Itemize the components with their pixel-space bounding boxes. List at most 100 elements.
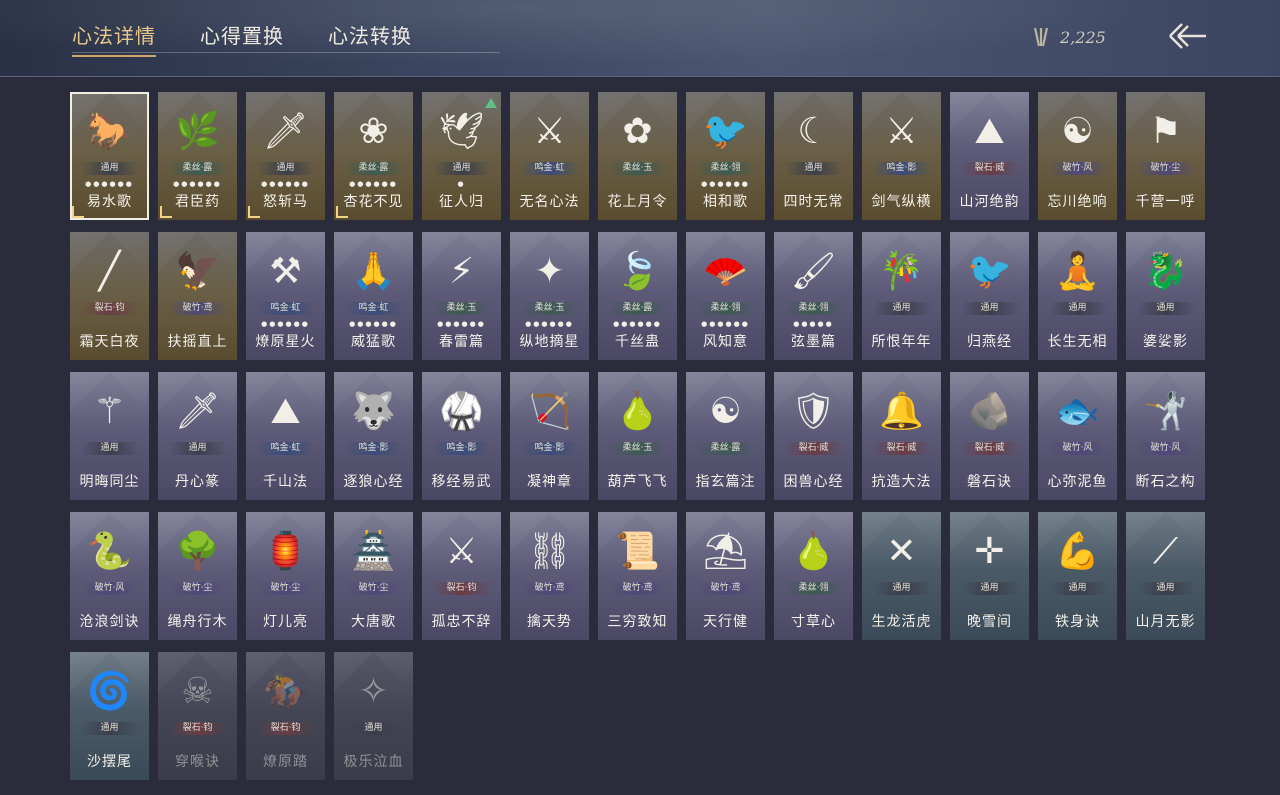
skill-card[interactable]: ⚚ 通用 明晦同尘 [70, 372, 149, 500]
skill-card[interactable]: ⛰ 裂石·威 山河绝韵 [950, 92, 1029, 220]
skill-card[interactable]: ✿ 柔丝·玉 花上月令 [598, 92, 677, 220]
skill-card[interactable]: ⚑ 破竹·尘 千营一呼 [1126, 92, 1205, 220]
skill-card[interactable]: 🌀 通用 沙摆尾 [70, 652, 149, 780]
tab-details[interactable]: 心法详情 [72, 20, 156, 57]
card-name: 剑气纵横 [871, 194, 932, 210]
skill-card[interactable]: 🖌 柔丝·翎 ●●●●● 弦墨篇 [774, 232, 853, 360]
card-name: 征人归 [439, 194, 484, 210]
skill-card[interactable]: 🥋 鸣金·影 移经易武 [422, 372, 501, 500]
card-school-tag: 鸣金·影 [432, 442, 491, 455]
skill-card[interactable]: 🙏 鸣金·虹 ●●●●●● 威猛歌 [334, 232, 413, 360]
card-name: 困兽心经 [783, 474, 844, 490]
card-school-tag: 裂石·威 [960, 442, 1019, 455]
skill-card[interactable]: ⚔ 裂石·钧 孤忠不辞 [422, 512, 501, 640]
skill-card[interactable]: 🔔 裂石·威 抗造大法 [862, 372, 941, 500]
card-school-tag: 破竹·鸢 [608, 582, 667, 595]
leaf-icon: 🍃 [615, 251, 660, 292]
currency-display: 2,225 [1032, 26, 1106, 48]
card-name: 断石之构 [1135, 474, 1196, 490]
rock-sword-icon: 🗡 [174, 391, 221, 432]
skill-card[interactable]: 🛡 裂石·威 困兽心经 [774, 372, 853, 500]
card-level-dots: ●●●●●● [701, 320, 750, 328]
card-school-tag: 裂石·威 [872, 442, 931, 455]
skill-card[interactable]: 🐉 通用 婆娑影 [1126, 232, 1205, 360]
card-school-tag: 裂石·钧 [80, 302, 139, 315]
card-school-tag: 柔丝·翎 [784, 582, 843, 595]
skill-card[interactable]: 🪭 柔丝·翎 ●●●●●● 风知意 [686, 232, 765, 360]
skill-card[interactable]: 🐦 通用 归燕经 [950, 232, 1029, 360]
skill-card[interactable]: 🍃 柔丝·露 ●●●●●● 千丝蛊 [598, 232, 677, 360]
skill-card[interactable]: 🎋 通用 所恨年年 [862, 232, 941, 360]
skill-card[interactable]: 🌿 柔丝·露 ●●●●●● 君臣药 [158, 92, 237, 220]
skill-card[interactable]: 🐎 通用 ●●●●●● 易水歌 [70, 92, 149, 220]
skill-card[interactable]: ☾ 通用 四时无常 [774, 92, 853, 220]
skill-card[interactable]: 🐟 破竹·风 心弥泥鱼 [1038, 372, 1117, 500]
skill-card[interactable]: ✛ 通用 晚雪间 [950, 512, 1029, 640]
skill-card[interactable]: 🗡 通用 ●●●●●● 怒斩马 [246, 92, 325, 220]
card-level-dots: ●●●●●● [613, 320, 662, 328]
card-level-dots: ●●●●●● [701, 180, 750, 188]
skill-card[interactable]: ⚔ 鸣金·影 剑气纵横 [862, 92, 941, 220]
skill-card[interactable]: ⚒ 鸣金·虹 ●●●●●● 燎原星火 [246, 232, 325, 360]
card-level-dots: ●●●●●● [349, 320, 398, 328]
skill-card[interactable]: ⛓ 破竹·鸢 擒天势 [510, 512, 589, 640]
skill-card[interactable]: 🕊 通用 ● 征人归 [422, 92, 501, 220]
skill-card[interactable]: 🏯 破竹·尘 大唐歌 [334, 512, 413, 640]
equipped-corner-icon [70, 206, 84, 220]
card-name: 逐狼心经 [343, 474, 404, 490]
bird-hand-icon: 🕊 [438, 111, 485, 152]
skill-card[interactable]: 💪 通用 铁身诀 [1038, 512, 1117, 640]
skill-card[interactable]: ⚔ 鸣金·虹 无名心法 [510, 92, 589, 220]
skill-card[interactable]: ☠ 裂石·钧 穿喉诀 [158, 652, 237, 780]
tab-exchange[interactable]: 心得置换 [200, 20, 284, 57]
skill-card[interactable]: 📜 破竹·鸢 三穷致知 [598, 512, 677, 640]
horse-icon: 🐎 [87, 111, 132, 152]
skill-card[interactable]: 🐺 鸣金·影 逐狼心经 [334, 372, 413, 500]
card-level-dots: ●●●●●● [85, 180, 134, 188]
shield-icon: 🛡 [790, 391, 837, 432]
skill-card[interactable]: 🍐 柔丝·玉 葫芦飞飞 [598, 372, 677, 500]
skill-card[interactable]: ╱ 裂石·钧 霜天白夜 [70, 232, 149, 360]
skill-card[interactable]: 🤺 破竹·风 断石之构 [1126, 372, 1205, 500]
top-bar: 心法详情 心得置换 心法转换 2,225 [0, 0, 1280, 77]
moon-icon: ☾ [797, 111, 830, 152]
skill-card[interactable]: ⛱ 破竹·鸢 天行健 [686, 512, 765, 640]
card-school-tag: 通用 [872, 302, 931, 315]
swirl-icon: 🌀 [87, 671, 132, 712]
skill-card[interactable]: 🪨 裂石·威 磐石诀 [950, 372, 1029, 500]
scythe-icon: ⚒ [269, 251, 302, 292]
skill-card[interactable]: ✦ 柔丝·玉 ●●●●●● 纵地摘星 [510, 232, 589, 360]
card-level-dots: ●●●●●● [349, 180, 398, 188]
card-school-tag: 破竹·鸢 [520, 582, 579, 595]
card-name: 生龙活虎 [871, 614, 932, 630]
card-name: 无名心法 [519, 194, 580, 210]
skill-card[interactable]: ⚡ 柔丝·玉 ●●●●●● 春雷篇 [422, 232, 501, 360]
skill-card[interactable]: 🏇 裂石·钧 燎原踏 [246, 652, 325, 780]
skill-card[interactable]: ✧ 通用 极乐泣血 [334, 652, 413, 780]
skill-card[interactable]: 🍐 柔丝·翎 寸草心 [774, 512, 853, 640]
skill-card[interactable]: ☯ 柔丝·露 指玄篇注 [686, 372, 765, 500]
skill-card[interactable]: 🧘 通用 长生无相 [1038, 232, 1117, 360]
skill-card[interactable]: ❀ 柔丝·露 ●●●●●● 杏花不见 [334, 92, 413, 220]
tab-convert[interactable]: 心法转换 [328, 20, 412, 57]
blade-fan-icon: ✧ [358, 671, 389, 712]
blossom-icon: ❀ [358, 111, 389, 152]
skill-card[interactable]: 🏮 破竹·尘 灯儿亮 [246, 512, 325, 640]
skill-card[interactable]: ⟋ 通用 山月无影 [1126, 512, 1205, 640]
skill-card[interactable]: ⛰ 鸣金·虹 千山法 [246, 372, 325, 500]
card-name: 绳舟行木 [167, 614, 228, 630]
skill-card[interactable]: 🗡 通用 丹心篆 [158, 372, 237, 500]
skill-card[interactable]: 🐍 破竹·风 沧浪剑诀 [70, 512, 149, 640]
sword-cross-icon: ⚔ [885, 111, 918, 152]
skill-card[interactable]: 🐦 柔丝·翎 ●●●●●● 相和歌 [686, 92, 765, 220]
skill-card[interactable]: 🏹 鸣金·影 凝神章 [510, 372, 589, 500]
skill-card[interactable]: ☯ 破竹·风 忘川绝响 [1038, 92, 1117, 220]
back-button[interactable] [1166, 18, 1210, 54]
skill-card[interactable]: 🦅 破竹·鸢 扶摇直上 [158, 232, 237, 360]
card-name: 晚雪间 [967, 614, 1012, 630]
skill-card[interactable]: ✕ 通用 生龙活虎 [862, 512, 941, 640]
card-level-dots: ● [457, 180, 466, 188]
card-name: 山月无影 [1135, 614, 1196, 630]
skill-card[interactable]: 🌳 破竹·尘 绳舟行木 [158, 512, 237, 640]
moon-flower-icon: ✿ [622, 111, 653, 152]
